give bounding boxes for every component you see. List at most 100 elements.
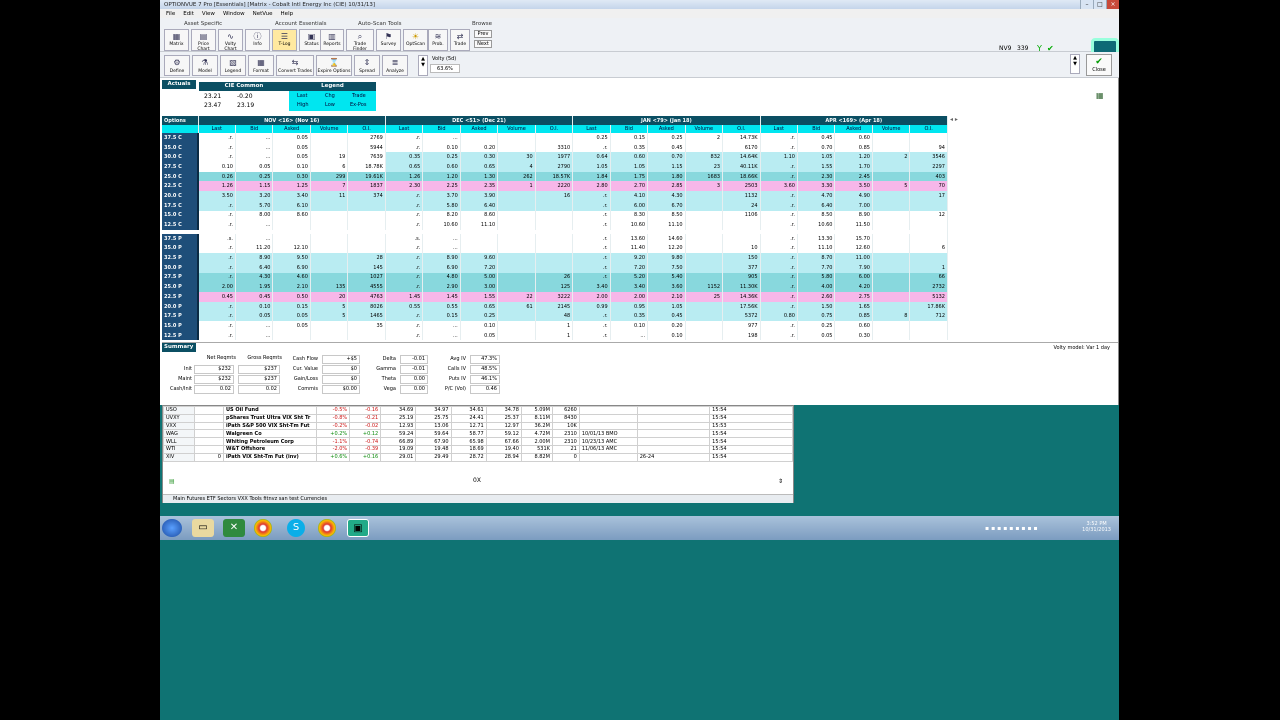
- option-cell[interactable]: .r.: [760, 262, 799, 273]
- option-cell[interactable]: 2: [872, 152, 911, 163]
- option-cell[interactable]: 7.50: [647, 262, 686, 273]
- option-cell[interactable]: 18.66K: [722, 171, 761, 182]
- quote-cell[interactable]: 10/01/13 BMO: [578, 429, 638, 439]
- option-cell[interactable]: [909, 220, 948, 230]
- option-cell[interactable]: 0.30: [460, 152, 499, 163]
- option-cell[interactable]: 7.70: [797, 262, 836, 273]
- option-row[interactable]: 35.0 P .r. 11.20 12.10 .r.... .r. 11.40 12.20 10…: [162, 243, 948, 254]
- option-cell[interactable]: 5132: [909, 292, 948, 302]
- convert-trades-button[interactable]: ⇆ Convert Trades: [276, 55, 314, 76]
- strike-cell[interactable]: 27.5 P: [162, 272, 199, 283]
- strike-cell[interactable]: 37.5 P: [162, 233, 199, 244]
- option-cell[interactable]: ...: [235, 142, 274, 153]
- option-cell[interactable]: 28: [347, 253, 386, 263]
- option-cell[interactable]: 3.40: [610, 282, 649, 292]
- quote-cell[interactable]: 15:54: [709, 429, 793, 439]
- info-button[interactable]: ⓘ Info: [245, 29, 270, 51]
- option-cell[interactable]: 10: [722, 243, 761, 254]
- option-cell[interactable]: .r.: [760, 133, 799, 143]
- quote-cell[interactable]: [578, 413, 638, 423]
- option-row[interactable]: 12.5 C .r.... .r. 10.60 11.10 .r. 10.60 11.10 .r…: [162, 220, 948, 230]
- option-cell[interactable]: .r.: [760, 282, 799, 292]
- month-header[interactable]: JAN <79> (Jan 18): [572, 116, 761, 125]
- option-cell[interactable]: 299: [310, 171, 349, 182]
- quote-cell[interactable]: [194, 413, 224, 423]
- option-cell[interactable]: 832: [685, 152, 724, 163]
- option-cell[interactable]: 8.50: [797, 210, 836, 221]
- option-cell[interactable]: 0.15: [272, 301, 311, 312]
- option-cell[interactable]: [909, 233, 948, 244]
- option-cell[interactable]: 5: [872, 181, 911, 192]
- option-cell[interactable]: .r.: [760, 210, 799, 221]
- option-cell[interactable]: 10.60: [797, 220, 836, 230]
- option-cell[interactable]: 0.05: [272, 133, 311, 143]
- option-cell[interactable]: 6: [909, 243, 948, 254]
- option-cell[interactable]: 198: [722, 330, 761, 341]
- option-cell[interactable]: [872, 262, 911, 273]
- optionvue-task-icon[interactable]: ▣: [347, 519, 369, 537]
- option-cell[interactable]: ...: [422, 330, 461, 341]
- option-cell[interactable]: 0.25: [572, 133, 611, 143]
- option-cell[interactable]: 8.70: [797, 253, 836, 263]
- option-cell[interactable]: 0.35: [610, 142, 649, 153]
- option-cell[interactable]: [310, 220, 349, 230]
- maximize-button[interactable]: □: [1093, 0, 1106, 9]
- quote-cell[interactable]: 8430: [551, 413, 580, 423]
- option-cell[interactable]: 2.60: [797, 292, 836, 302]
- option-cell[interactable]: 2.90: [422, 282, 461, 292]
- option-cell[interactable]: .r.: [198, 152, 236, 163]
- option-cell[interactable]: 1152: [685, 282, 724, 292]
- option-cell[interactable]: 145: [347, 262, 386, 273]
- strike-cell[interactable]: 22.5 P: [162, 292, 199, 302]
- option-cell[interactable]: 6170: [722, 142, 761, 153]
- option-cell[interactable]: .r.: [385, 321, 424, 331]
- quote-cell[interactable]: 25.75: [415, 413, 452, 423]
- option-cell[interactable]: [310, 330, 349, 341]
- option-cell[interactable]: 11.10: [460, 220, 499, 230]
- quote-cell[interactable]: 8.11M: [520, 413, 553, 423]
- option-cell[interactable]: [872, 171, 911, 182]
- option-cell[interactable]: [310, 133, 349, 143]
- quote-cell[interactable]: -2.0%: [316, 444, 351, 454]
- option-cell[interactable]: 23: [685, 162, 724, 172]
- option-cell[interactable]: 1.65: [834, 301, 873, 312]
- quote-cell[interactable]: 28.72: [450, 452, 487, 462]
- option-cell[interactable]: 8026: [347, 301, 386, 312]
- option-row[interactable]: 27.5 P .r. 4.30 4.60 1027 .r. 4.80 5.00 26 .r. 5.2…: [162, 272, 948, 283]
- option-cell[interactable]: 6.00: [834, 272, 873, 283]
- option-cell[interactable]: .r.: [198, 311, 236, 322]
- option-cell[interactable]: .r.: [760, 330, 799, 341]
- prev-button[interactable]: Prev: [474, 30, 492, 38]
- option-cell[interactable]: [872, 301, 911, 312]
- option-cell[interactable]: ...: [235, 220, 274, 230]
- option-cell[interactable]: 6.40: [460, 200, 499, 211]
- quote-cell[interactable]: 59.12: [485, 429, 522, 439]
- option-cell[interactable]: 0.45: [647, 142, 686, 153]
- option-cell[interactable]: 12: [909, 210, 948, 221]
- quote-cell[interactable]: 0: [551, 452, 580, 462]
- option-cell[interactable]: 14.36K: [722, 292, 761, 302]
- option-cell[interactable]: ...: [610, 330, 649, 341]
- prob-button[interactable]: ≋ Prob.: [428, 29, 448, 51]
- option-cell[interactable]: [872, 133, 911, 143]
- option-cell[interactable]: 0.10: [610, 321, 649, 331]
- option-cell[interactable]: .r.: [198, 330, 236, 341]
- option-cell[interactable]: 7.20: [460, 262, 499, 273]
- option-cell[interactable]: 1.20: [422, 171, 461, 182]
- menu-window[interactable]: Window: [223, 11, 245, 17]
- option-cell[interactable]: 14.60: [647, 233, 686, 244]
- strike-cell[interactable]: 25.0 C: [162, 171, 199, 182]
- option-cell[interactable]: [872, 321, 911, 331]
- option-cell[interactable]: [872, 253, 911, 263]
- option-cell[interactable]: [685, 253, 724, 263]
- watchlist-row[interactable]: UVXY pShares Trust Ultra VIX Sht Tr -0.8% -…: [162, 413, 793, 423]
- option-cell[interactable]: 70: [909, 181, 948, 192]
- option-cell[interactable]: [685, 262, 724, 273]
- option-cell[interactable]: 1837: [347, 181, 386, 192]
- quote-cell[interactable]: [578, 452, 638, 462]
- option-cell[interactable]: 8.60: [272, 210, 311, 221]
- option-cell[interactable]: 6.90: [422, 262, 461, 273]
- description-cell[interactable]: iPath VIX Sht-Tm Fut (inv): [222, 452, 318, 462]
- option-cell[interactable]: 0.45: [235, 292, 274, 302]
- quote-cell[interactable]: 11/06/13 AMC: [578, 444, 638, 454]
